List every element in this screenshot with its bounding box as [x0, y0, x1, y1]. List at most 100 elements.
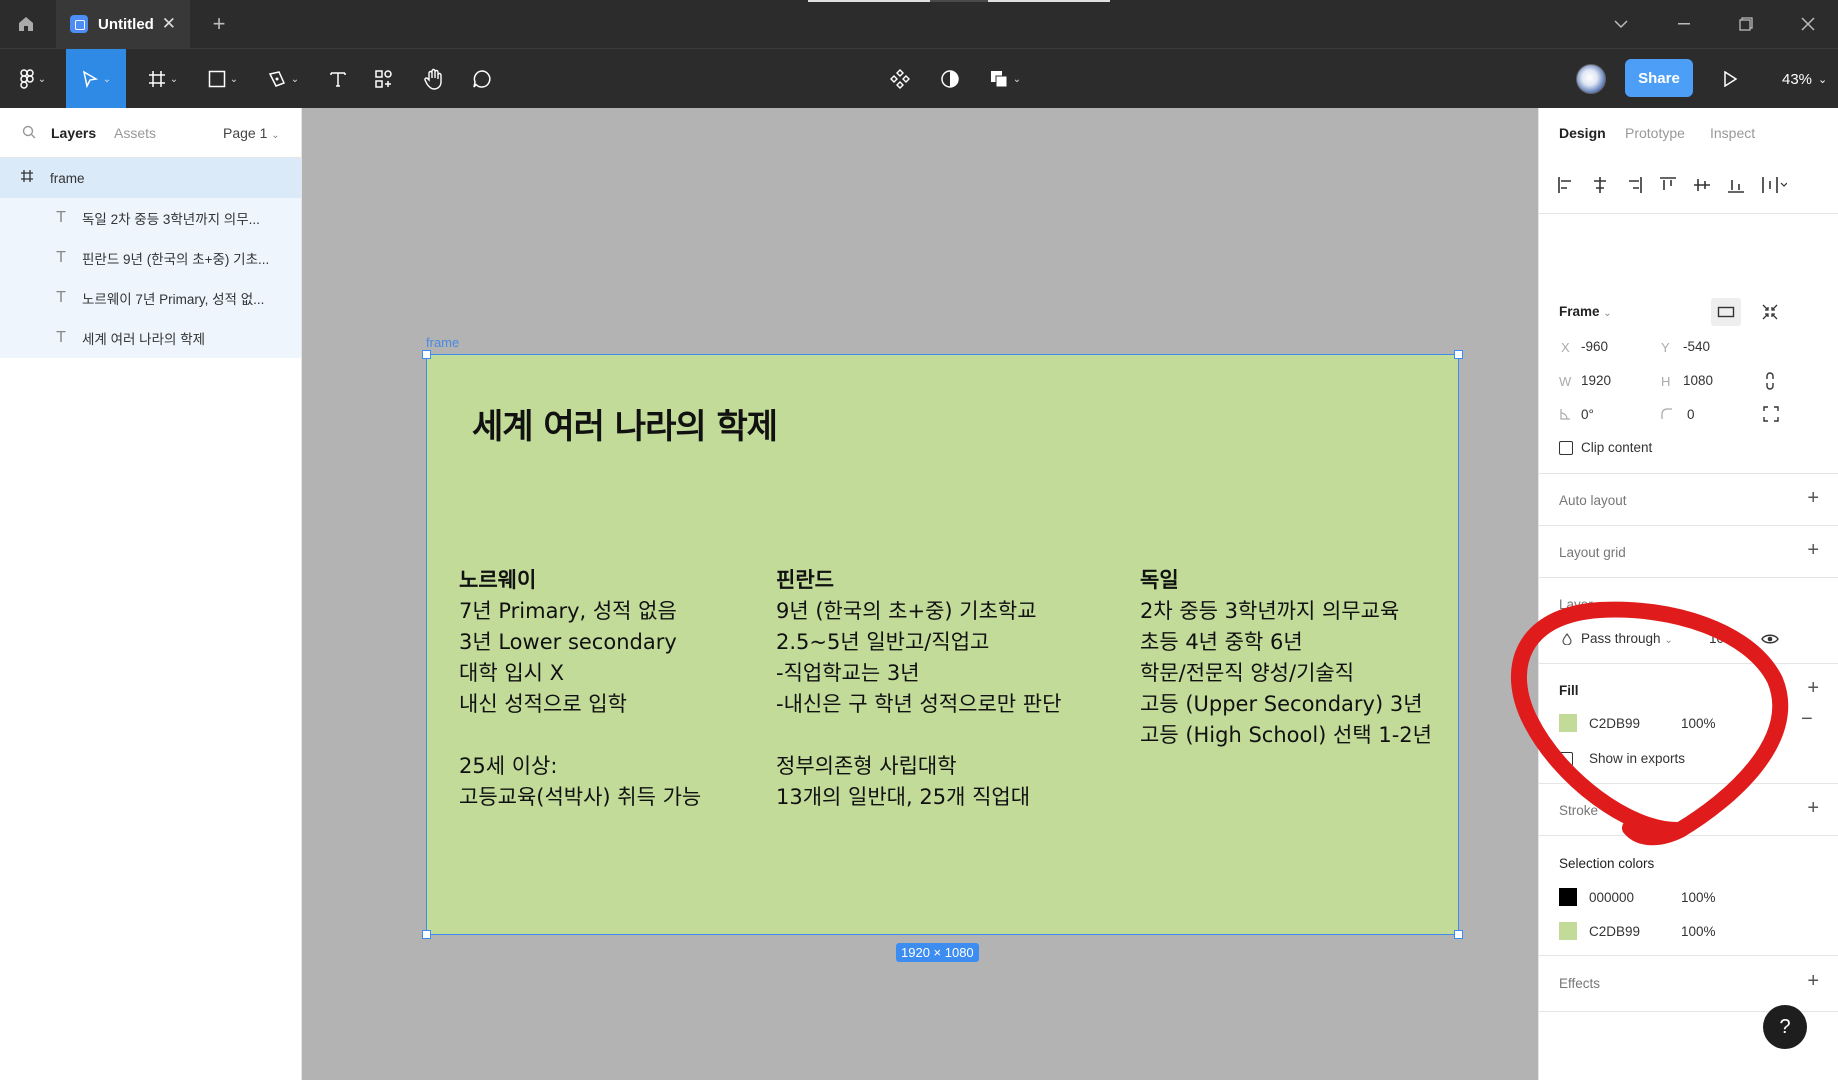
independent-corners-icon[interactable] — [1763, 406, 1779, 422]
add-fill-icon[interactable]: + — [1807, 677, 1819, 700]
selection-color-opacity[interactable]: 100% — [1681, 924, 1716, 939]
help-button[interactable]: ? — [1763, 1005, 1807, 1049]
corner-radius-input[interactable]: 0 — [1687, 407, 1695, 422]
chevron-down-icon: ⌄ — [1012, 73, 1022, 85]
layer-row[interactable]: T 세계 여러 나라의 학제 — [0, 318, 301, 358]
column-finland[interactable]: 핀란드 9년 (한국의 초+중) 기초학교 2.5~5년 일반고/직업고 -직업… — [776, 565, 1061, 813]
column-norway[interactable]: 노르웨이 7년 Primary, 성적 없음 3년 Lower secondar… — [459, 565, 701, 813]
selection-color-swatch[interactable] — [1559, 888, 1577, 906]
new-tab-button[interactable]: + — [204, 0, 234, 48]
move-tool-button[interactable]: ⌄ — [66, 49, 126, 109]
resize-handle-top-left[interactable] — [422, 350, 431, 359]
remove-fill-icon[interactable]: − — [1801, 708, 1813, 731]
page-selector[interactable]: Page 1 ⌄ — [223, 125, 280, 141]
frame-tool-button[interactable]: ⌄ — [138, 49, 188, 109]
fill-hex-input[interactable]: C2DB99 — [1589, 716, 1640, 731]
text-icon: T — [56, 249, 66, 266]
constrain-proportions-icon[interactable] — [1763, 372, 1777, 390]
clip-content-checkbox[interactable] — [1559, 441, 1573, 455]
tab-prototype[interactable]: Prototype — [1625, 125, 1685, 141]
layer-row-frame[interactable]: frame — [0, 158, 301, 198]
selection-color-swatch[interactable] — [1559, 922, 1577, 940]
layer-section: Layer Pass through ⌄ 100% — [1539, 578, 1838, 664]
boolean-button[interactable]: ⌄ — [980, 49, 1030, 109]
fill-color-swatch[interactable] — [1559, 714, 1577, 732]
main-menu-button[interactable]: ⌄ — [8, 49, 58, 109]
close-window-icon[interactable] — [1777, 0, 1838, 48]
resources-button[interactable] — [364, 49, 404, 109]
selection-color-hex[interactable]: 000000 — [1589, 890, 1634, 905]
add-layout-grid-icon[interactable]: + — [1807, 539, 1819, 562]
shape-tool-button[interactable]: ⌄ — [198, 49, 248, 109]
column-germany[interactable]: 독일 2차 중등 3학년까지 의무교육 초등 4년 중학 6년 학문/전문직 양… — [1140, 565, 1432, 751]
canvas[interactable]: frame 세계 여러 나라의 학제 노르웨이 7년 Primary, 성적 없… — [302, 108, 1538, 1080]
zoom-dropdown[interactable]: 43% ⌄ — [1782, 49, 1827, 109]
comment-tool-button[interactable] — [462, 49, 502, 109]
chevron-down-icon[interactable] — [1590, 0, 1652, 48]
file-tab[interactable]: Untitled ✕ — [56, 0, 190, 48]
selected-frame[interactable]: 세계 여러 나라의 학제 노르웨이 7년 Primary, 성적 없음 3년 L… — [422, 350, 1463, 939]
column-heading: 핀란드 — [776, 568, 834, 592]
show-in-exports-checkbox[interactable] — [1559, 752, 1573, 766]
user-avatar[interactable] — [1576, 64, 1606, 94]
resize-to-fit-icon[interactable] — [1761, 303, 1779, 321]
auto-layout-section: Auto layout + — [1539, 474, 1838, 526]
landscape-button[interactable] — [1711, 298, 1741, 326]
stroke-section-title: Stroke — [1559, 803, 1599, 818]
height-input[interactable]: 1080 — [1683, 373, 1713, 388]
align-horizontal-center-icon[interactable] — [1591, 176, 1609, 194]
column-line: -내신은 구 학년 성적으로만 판단 — [776, 692, 1062, 716]
y-label: Y — [1661, 340, 1670, 355]
pen-tool-button[interactable]: ⌄ — [258, 49, 308, 109]
restore-icon[interactable] — [1715, 0, 1777, 48]
align-bottom-icon[interactable] — [1727, 176, 1745, 194]
distribute-icon[interactable] — [1761, 176, 1787, 194]
share-button[interactable]: Share — [1625, 59, 1693, 97]
layer-row[interactable]: T 노르웨이 7년 Primary, 성적 없... — [0, 278, 301, 318]
align-vertical-center-icon[interactable] — [1693, 176, 1711, 194]
frame-label[interactable]: frame — [426, 335, 459, 350]
close-tab-icon[interactable]: ✕ — [162, 14, 176, 34]
rotation-input[interactable]: 0° — [1581, 407, 1594, 422]
hand-tool-button[interactable] — [414, 49, 454, 109]
selection-color-opacity[interactable]: 100% — [1681, 890, 1716, 905]
eye-icon[interactable] — [1761, 633, 1779, 645]
add-auto-layout-icon[interactable]: + — [1807, 487, 1819, 510]
text-tool-button[interactable] — [318, 49, 358, 109]
frame-type-dropdown[interactable]: Frame ⌄ — [1559, 304, 1612, 319]
selection-color-hex[interactable]: C2DB99 — [1589, 924, 1640, 939]
w-label: W — [1559, 374, 1572, 389]
tab-design[interactable]: Design — [1559, 125, 1606, 141]
align-right-icon[interactable] — [1625, 176, 1643, 194]
clip-content-label: Clip content — [1581, 440, 1653, 455]
search-icon[interactable] — [22, 125, 36, 139]
width-input[interactable]: 1920 — [1581, 373, 1611, 388]
present-button[interactable] — [1710, 49, 1750, 109]
layer-opacity-input[interactable]: 100% — [1709, 631, 1744, 646]
tab-layers[interactable]: Layers — [51, 125, 96, 141]
home-icon[interactable] — [0, 0, 52, 48]
create-component-button[interactable] — [880, 49, 920, 109]
resize-handle-bottom-right[interactable] — [1454, 930, 1463, 939]
align-left-icon[interactable] — [1557, 176, 1575, 194]
add-stroke-icon[interactable]: + — [1807, 797, 1819, 820]
slide-title[interactable]: 세계 여러 나라의 학제 — [472, 399, 778, 448]
add-effect-icon[interactable]: + — [1807, 970, 1819, 993]
tab-assets[interactable]: Assets — [114, 125, 156, 141]
boolean-union-icon — [990, 71, 1008, 88]
frame-icon — [20, 169, 42, 188]
text-icon: T — [56, 289, 66, 306]
resize-handle-top-right[interactable] — [1454, 350, 1463, 359]
effects-section: Effects + — [1539, 956, 1838, 1012]
mask-button[interactable] — [930, 49, 970, 109]
tab-inspect[interactable]: Inspect — [1710, 125, 1755, 141]
minimize-icon[interactable] — [1653, 0, 1715, 48]
align-top-icon[interactable] — [1659, 176, 1677, 194]
layer-row[interactable]: T 독일 2차 중등 3학년까지 의무... — [0, 198, 301, 238]
y-input[interactable]: -540 — [1683, 339, 1710, 354]
fill-opacity-input[interactable]: 100% — [1681, 716, 1716, 731]
x-input[interactable]: -960 — [1581, 339, 1608, 354]
resize-handle-bottom-left[interactable] — [422, 930, 431, 939]
layer-row[interactable]: T 핀란드 9년 (한국의 초+중) 기초... — [0, 238, 301, 278]
blend-mode-dropdown[interactable]: Pass through ⌄ — [1581, 631, 1673, 646]
